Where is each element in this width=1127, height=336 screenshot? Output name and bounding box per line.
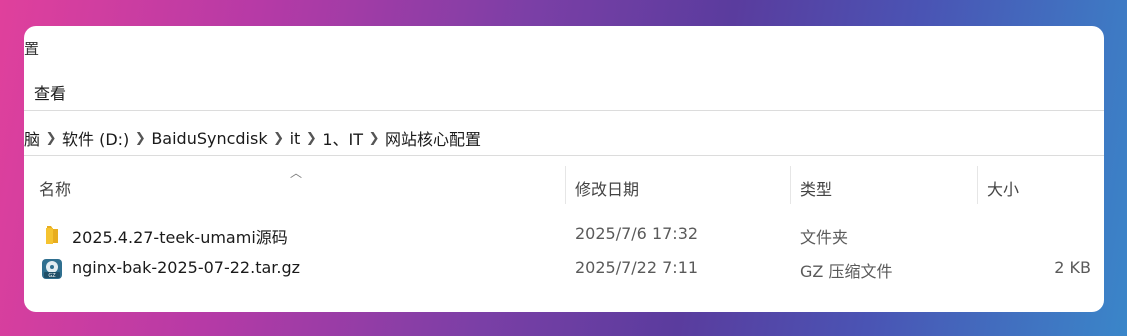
file-row[interactable]: GZ nginx-bak-2025-07-22.tar.gz 2025/7/22… <box>24 253 1104 283</box>
column-resize-handle[interactable] <box>565 166 566 204</box>
view-menu[interactable]: 查看 <box>34 80 66 104</box>
file-modified: 2025/7/22 7:11 <box>575 258 699 277</box>
chevron-right-icon[interactable]: ❯ <box>268 131 290 146</box>
file-name: 2025.4.27-teek-umami源码 <box>72 228 288 247</box>
file-modified: 2025/7/6 17:32 <box>575 224 699 243</box>
breadcrumb-item-1-it[interactable]: 1、IT <box>322 126 363 150</box>
file-size: 2 KB <box>1054 258 1091 277</box>
address-divider <box>24 155 1104 156</box>
column-resize-handle[interactable] <box>790 166 791 204</box>
breadcrumb-item-it[interactable]: it <box>290 129 301 148</box>
file-row[interactable]: 2025.4.27-teek-umami源码 2025/7/6 17:32 文件… <box>24 219 1104 249</box>
folder-icon <box>46 226 58 244</box>
column-header-size[interactable]: 大小 <box>987 176 1019 200</box>
file-name: nginx-bak-2025-07-22.tar.gz <box>72 258 301 277</box>
column-header-row: ︿ 名称 修改日期 类型 大小 <box>24 162 1104 208</box>
chevron-right-icon[interactable]: ❯ <box>40 131 62 146</box>
window-title-fragment: 置 <box>24 40 40 58</box>
chevron-right-icon[interactable]: ❯ <box>300 131 322 146</box>
column-header-modified[interactable]: 修改日期 <box>575 176 639 200</box>
sort-ascending-icon: ︿ <box>290 166 303 180</box>
column-header-name[interactable]: 名称 <box>39 176 71 200</box>
breadcrumb[interactable]: 脑 ❯ 软件 (D:) ❯ BaiduSyncdisk ❯ it ❯ 1、IT … <box>24 126 481 150</box>
svg-text:GZ: GZ <box>48 273 56 279</box>
file-type: 文件夹 <box>800 228 849 247</box>
breadcrumb-item-drive-d[interactable]: 软件 (D:) <box>62 126 129 150</box>
breadcrumb-item-site-config[interactable]: 网站核心配置 <box>385 126 481 150</box>
column-header-type[interactable]: 类型 <box>800 176 832 200</box>
gz-archive-icon: GZ <box>42 259 62 279</box>
chevron-right-icon[interactable]: ❯ <box>129 131 151 146</box>
toolbar-divider <box>24 110 1104 111</box>
breadcrumb-item-baidusyncdisk[interactable]: BaiduSyncdisk <box>151 129 267 148</box>
file-type: GZ 压缩文件 <box>800 262 893 281</box>
column-resize-handle[interactable] <box>977 166 978 204</box>
chevron-right-icon[interactable]: ❯ <box>363 131 385 146</box>
breadcrumb-item-computer[interactable]: 脑 <box>24 126 40 150</box>
explorer-window: 置 查看 脑 ❯ 软件 (D:) ❯ BaiduSyncdisk ❯ it ❯ … <box>24 26 1104 312</box>
